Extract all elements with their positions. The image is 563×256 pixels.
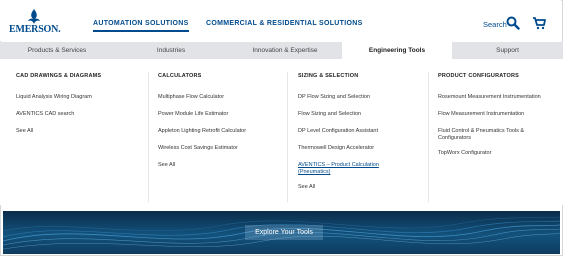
- explore-tools-banner: Explore Your Tools: [3, 211, 560, 254]
- emerson-logo[interactable]: EMERSON.: [9, 9, 61, 37]
- column-divider: [287, 72, 288, 202]
- nav-item-engineering-tools[interactable]: Engineering Tools: [342, 42, 452, 59]
- nav-item-support[interactable]: Support: [452, 42, 563, 59]
- nav-item-innovation-expertise[interactable]: Innovation & Expertise: [228, 42, 342, 59]
- column-divider: [428, 72, 429, 202]
- link-fluid-control-pneumatics[interactable]: Fluid Control & Pneumatics Tools & Confi…: [438, 128, 548, 142]
- column-heading-sizing: SIZING & SELECTION: [298, 73, 359, 79]
- nav-item-industries[interactable]: Industries: [114, 42, 228, 59]
- column-heading-calculators: CALCULATORS: [158, 73, 202, 79]
- link-see-all-sizing[interactable]: See All: [298, 184, 315, 191]
- emerson-logo-icon: [28, 9, 40, 24]
- link-see-all-cad[interactable]: See All: [16, 128, 33, 135]
- link-aventics-cad-search[interactable]: AVENTICS CAD search: [16, 111, 74, 118]
- search-icon[interactable]: [506, 16, 520, 30]
- link-rosemount-measurement[interactable]: Rosemount Measurement Instrumentation: [438, 94, 541, 101]
- nav-item-products-services[interactable]: Products & Services: [0, 42, 114, 59]
- link-topworx-configurator[interactable]: TopWorx Configurator: [438, 150, 491, 157]
- logo-text: EMERSON.: [9, 24, 61, 35]
- tab-automation-solutions[interactable]: AUTOMATION SOLUTIONS: [93, 20, 189, 32]
- link-liquid-analysis-wiring[interactable]: Liquid Analysis Wiring Diagram: [16, 94, 92, 101]
- tab-commercial-residential-solutions[interactable]: COMMERCIAL & RESIDENTIAL SOLUTIONS: [206, 20, 363, 27]
- link-multiphase-flow-calculator[interactable]: Multiphase Flow Calculator: [158, 94, 224, 101]
- link-dp-level-configuration[interactable]: DP Level Configuration Assistant: [298, 128, 378, 135]
- link-dp-flow-sizing[interactable]: DP Flow Sizing and Selection: [298, 94, 370, 101]
- column-heading-cad: CAD DRAWINGS & DIAGRAMS: [16, 73, 102, 79]
- link-aventics-product-calculation[interactable]: AVENTICS – Product Calculation (Pneumati…: [298, 162, 410, 176]
- link-power-module-life-estimator[interactable]: Power Module Life Estimator: [158, 111, 228, 118]
- link-see-all-calculators[interactable]: See All: [158, 162, 175, 169]
- link-wireless-cost-savings[interactable]: Wireless Cost Savings Estimator: [158, 145, 238, 152]
- link-flow-sizing[interactable]: Flow Sizing and Selection: [298, 111, 361, 118]
- column-heading-configurators: PRODUCT CONFIGURATORS: [438, 73, 519, 79]
- link-appleton-lighting-retrofit[interactable]: Appleton Lighting Retrofit Calculator: [158, 128, 246, 135]
- search-label[interactable]: Search: [483, 20, 507, 29]
- main-nav: Products & Services Industries Innovatio…: [0, 42, 563, 59]
- site-header: EMERSON. AUTOMATION SOLUTIONS COMMERCIAL…: [0, 0, 561, 41]
- link-flow-measurement[interactable]: Flow Measurement Instrumentation: [438, 111, 524, 118]
- cart-icon[interactable]: [532, 16, 546, 30]
- column-divider: [148, 72, 149, 202]
- link-thermowell-design[interactable]: Thermowell Design Accelerator: [298, 145, 374, 152]
- explore-your-tools-button[interactable]: Explore Your Tools: [245, 225, 323, 240]
